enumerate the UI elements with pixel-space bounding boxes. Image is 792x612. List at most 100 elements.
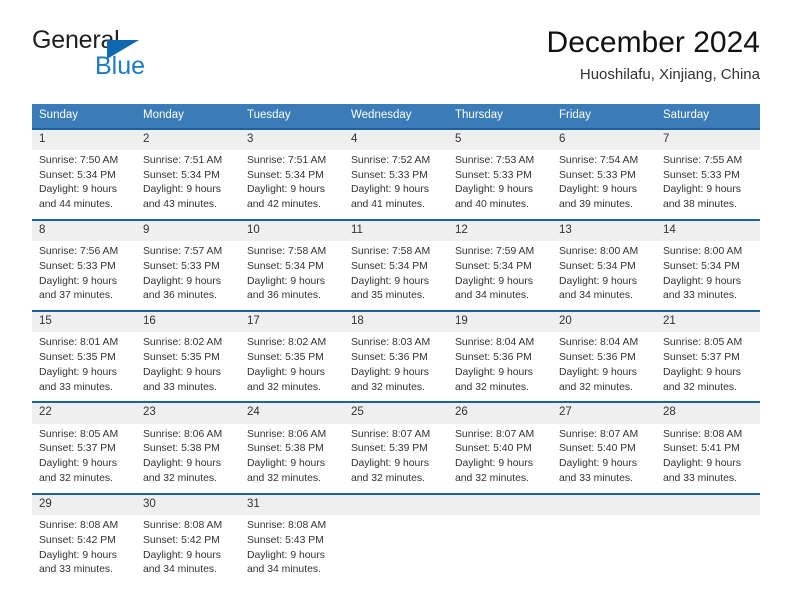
daylight-line1: Daylight: 9 hours — [39, 366, 117, 378]
daylight-line1: Daylight: 9 hours — [39, 458, 117, 470]
day-number — [448, 494, 552, 515]
sunrise-text: Sunrise: 8:07 AM — [559, 428, 639, 440]
day-details: Sunrise: 7:51 AM Sunset: 5:34 PM Dayligh… — [240, 150, 344, 219]
sunset-text: Sunset: 5:34 PM — [559, 260, 636, 272]
daylight-line2: and 33 minutes. — [39, 381, 113, 393]
sunset-text: Sunset: 5:33 PM — [663, 169, 740, 181]
day-details: Sunrise: 7:52 AM Sunset: 5:33 PM Dayligh… — [344, 150, 448, 219]
day-cell[interactable]: 21 Sunrise: 8:05 AM Sunset: 5:37 PM Dayl… — [656, 312, 760, 402]
daylight-line1: Daylight: 9 hours — [143, 549, 221, 561]
calendar-grid: Sunday Monday Tuesday Wednesday Thursday… — [32, 104, 760, 585]
daylight-line2: and 32 minutes. — [247, 473, 321, 484]
day-cell[interactable]: 19 Sunrise: 8:04 AM Sunset: 5:36 PM Dayl… — [448, 312, 552, 402]
day-details: Sunrise: 7:54 AM Sunset: 5:33 PM Dayligh… — [552, 150, 656, 219]
daylight-line2: and 39 minutes. — [559, 199, 633, 211]
day-cell[interactable]: 27 Sunrise: 8:07 AM Sunset: 5:40 PM Dayl… — [552, 403, 656, 493]
sunrise-text: Sunrise: 7:55 AM — [663, 154, 743, 166]
sunrise-text: Sunrise: 8:08 AM — [247, 519, 327, 531]
daylight-line2: and 36 minutes. — [247, 290, 321, 302]
daylight-line1: Daylight: 9 hours — [247, 549, 325, 561]
daylight-line2: and 42 minutes. — [247, 199, 321, 211]
sunrise-text: Sunrise: 8:02 AM — [247, 337, 327, 349]
day-number: 30 — [136, 494, 240, 515]
weekday-saturday: Saturday — [663, 109, 710, 121]
day-cell[interactable]: 10 Sunrise: 7:58 AM Sunset: 5:34 PM Dayl… — [240, 220, 344, 311]
day-number: 13 — [552, 220, 656, 242]
day-details: Sunrise: 8:02 AM Sunset: 5:35 PM Dayligh… — [136, 332, 240, 401]
sunset-text: Sunset: 5:40 PM — [559, 443, 636, 455]
day-details: Sunrise: 8:04 AM Sunset: 5:36 PM Dayligh… — [448, 332, 552, 401]
week-row: 22 Sunrise: 8:05 AM Sunset: 5:37 PM Dayl… — [32, 401, 760, 493]
sunrise-text: Sunrise: 7:51 AM — [247, 154, 327, 166]
day-cell[interactable]: 29 Sunrise: 8:08 AM Sunset: 5:42 PM Dayl… — [32, 494, 136, 585]
day-number — [656, 494, 760, 515]
weekday-friday: Friday — [559, 109, 591, 121]
day-number: 6 — [552, 129, 656, 150]
daylight-line1: Daylight: 9 hours — [143, 275, 221, 287]
day-cell[interactable]: 4 Sunrise: 7:52 AM Sunset: 5:33 PM Dayli… — [344, 129, 448, 219]
day-cell[interactable]: 15 Sunrise: 8:01 AM Sunset: 5:35 PM Dayl… — [32, 312, 136, 402]
day-cell[interactable]: 20 Sunrise: 8:04 AM Sunset: 5:36 PM Dayl… — [552, 312, 656, 402]
day-cell[interactable]: 25 Sunrise: 8:07 AM Sunset: 5:39 PM Dayl… — [344, 403, 448, 493]
day-number: 2 — [136, 129, 240, 150]
daylight-line1: Daylight: 9 hours — [143, 366, 221, 378]
day-cell[interactable]: 24 Sunrise: 8:06 AM Sunset: 5:38 PM Dayl… — [240, 403, 344, 493]
weekday-wednesday: Wednesday — [351, 109, 412, 121]
daylight-line2: and 32 minutes. — [559, 381, 633, 393]
day-details: Sunrise: 8:00 AM Sunset: 5:34 PM Dayligh… — [552, 241, 656, 310]
day-cell[interactable]: 7 Sunrise: 7:55 AM Sunset: 5:33 PM Dayli… — [656, 129, 760, 219]
daylight-line1: Daylight: 9 hours — [247, 275, 325, 287]
day-cell[interactable]: 18 Sunrise: 8:03 AM Sunset: 5:36 PM Dayl… — [344, 312, 448, 402]
day-cell[interactable]: 28 Sunrise: 8:08 AM Sunset: 5:41 PM Dayl… — [656, 403, 760, 493]
day-cell[interactable]: 5 Sunrise: 7:53 AM Sunset: 5:33 PM Dayli… — [448, 129, 552, 219]
sunset-text: Sunset: 5:33 PM — [455, 169, 532, 181]
day-cell-empty — [344, 494, 448, 585]
day-cell[interactable]: 31 Sunrise: 8:08 AM Sunset: 5:43 PM Dayl… — [240, 494, 344, 585]
daylight-line1: Daylight: 9 hours — [143, 458, 221, 470]
day-cell[interactable]: 14 Sunrise: 8:00 AM Sunset: 5:34 PM Dayl… — [656, 220, 760, 311]
day-cell[interactable]: 1 Sunrise: 7:50 AM Sunset: 5:34 PM Dayli… — [32, 129, 136, 219]
daylight-line2: and 40 minutes. — [455, 199, 529, 211]
day-cell[interactable]: 12 Sunrise: 7:59 AM Sunset: 5:34 PM Dayl… — [448, 220, 552, 311]
daylight-line2: and 33 minutes. — [663, 290, 737, 302]
sunrise-text: Sunrise: 8:00 AM — [663, 246, 743, 258]
day-cell[interactable]: 23 Sunrise: 8:06 AM Sunset: 5:38 PM Dayl… — [136, 403, 240, 493]
sunrise-text: Sunrise: 8:07 AM — [455, 428, 535, 440]
day-cell[interactable]: 8 Sunrise: 7:56 AM Sunset: 5:33 PM Dayli… — [32, 220, 136, 311]
day-number: 4 — [344, 129, 448, 150]
day-cell[interactable]: 11 Sunrise: 7:58 AM Sunset: 5:34 PM Dayl… — [344, 220, 448, 311]
day-cell[interactable]: 6 Sunrise: 7:54 AM Sunset: 5:33 PM Dayli… — [552, 129, 656, 219]
sunrise-text: Sunrise: 8:01 AM — [39, 337, 119, 349]
day-number: 19 — [448, 312, 552, 333]
daylight-line2: and 41 minutes. — [351, 199, 425, 211]
day-cell[interactable]: 26 Sunrise: 8:07 AM Sunset: 5:40 PM Dayl… — [448, 403, 552, 493]
sunset-text: Sunset: 5:34 PM — [247, 260, 324, 272]
daylight-line1: Daylight: 9 hours — [663, 275, 741, 287]
day-cell[interactable]: 17 Sunrise: 8:02 AM Sunset: 5:35 PM Dayl… — [240, 312, 344, 402]
daylight-line1: Daylight: 9 hours — [39, 275, 117, 287]
day-details: Sunrise: 8:08 AM Sunset: 5:42 PM Dayligh… — [32, 515, 136, 584]
weekday-header-row: Sunday Monday Tuesday Wednesday Thursday… — [32, 104, 760, 128]
day-number — [344, 494, 448, 515]
day-number: 23 — [136, 403, 240, 424]
day-cell[interactable]: 9 Sunrise: 7:57 AM Sunset: 5:33 PM Dayli… — [136, 220, 240, 311]
sunrise-text: Sunrise: 7:59 AM — [455, 246, 535, 258]
day-cell[interactable]: 16 Sunrise: 8:02 AM Sunset: 5:35 PM Dayl… — [136, 312, 240, 402]
daylight-line2: and 34 minutes. — [559, 290, 633, 302]
sunrise-text: Sunrise: 7:51 AM — [143, 154, 223, 166]
day-cell[interactable]: 22 Sunrise: 8:05 AM Sunset: 5:37 PM Dayl… — [32, 403, 136, 493]
general-blue-logo[interactable]: General Blue — [32, 28, 192, 86]
sunrise-text: Sunrise: 8:08 AM — [143, 519, 223, 531]
daylight-line2: and 32 minutes. — [143, 473, 217, 484]
daylight-line1: Daylight: 9 hours — [559, 275, 637, 287]
sunrise-text: Sunrise: 8:08 AM — [39, 519, 119, 531]
sunrise-text: Sunrise: 7:58 AM — [351, 246, 431, 258]
day-number: 8 — [32, 220, 136, 242]
daylight-line2: and 38 minutes. — [663, 199, 737, 211]
day-number: 20 — [552, 312, 656, 333]
day-cell[interactable]: 2 Sunrise: 7:51 AM Sunset: 5:34 PM Dayli… — [136, 129, 240, 219]
day-cell[interactable]: 3 Sunrise: 7:51 AM Sunset: 5:34 PM Dayli… — [240, 129, 344, 219]
day-cell[interactable]: 30 Sunrise: 8:08 AM Sunset: 5:42 PM Dayl… — [136, 494, 240, 585]
week-row: 15 Sunrise: 8:01 AM Sunset: 5:35 PM Dayl… — [32, 310, 760, 402]
day-cell[interactable]: 13 Sunrise: 8:00 AM Sunset: 5:34 PM Dayl… — [552, 220, 656, 311]
